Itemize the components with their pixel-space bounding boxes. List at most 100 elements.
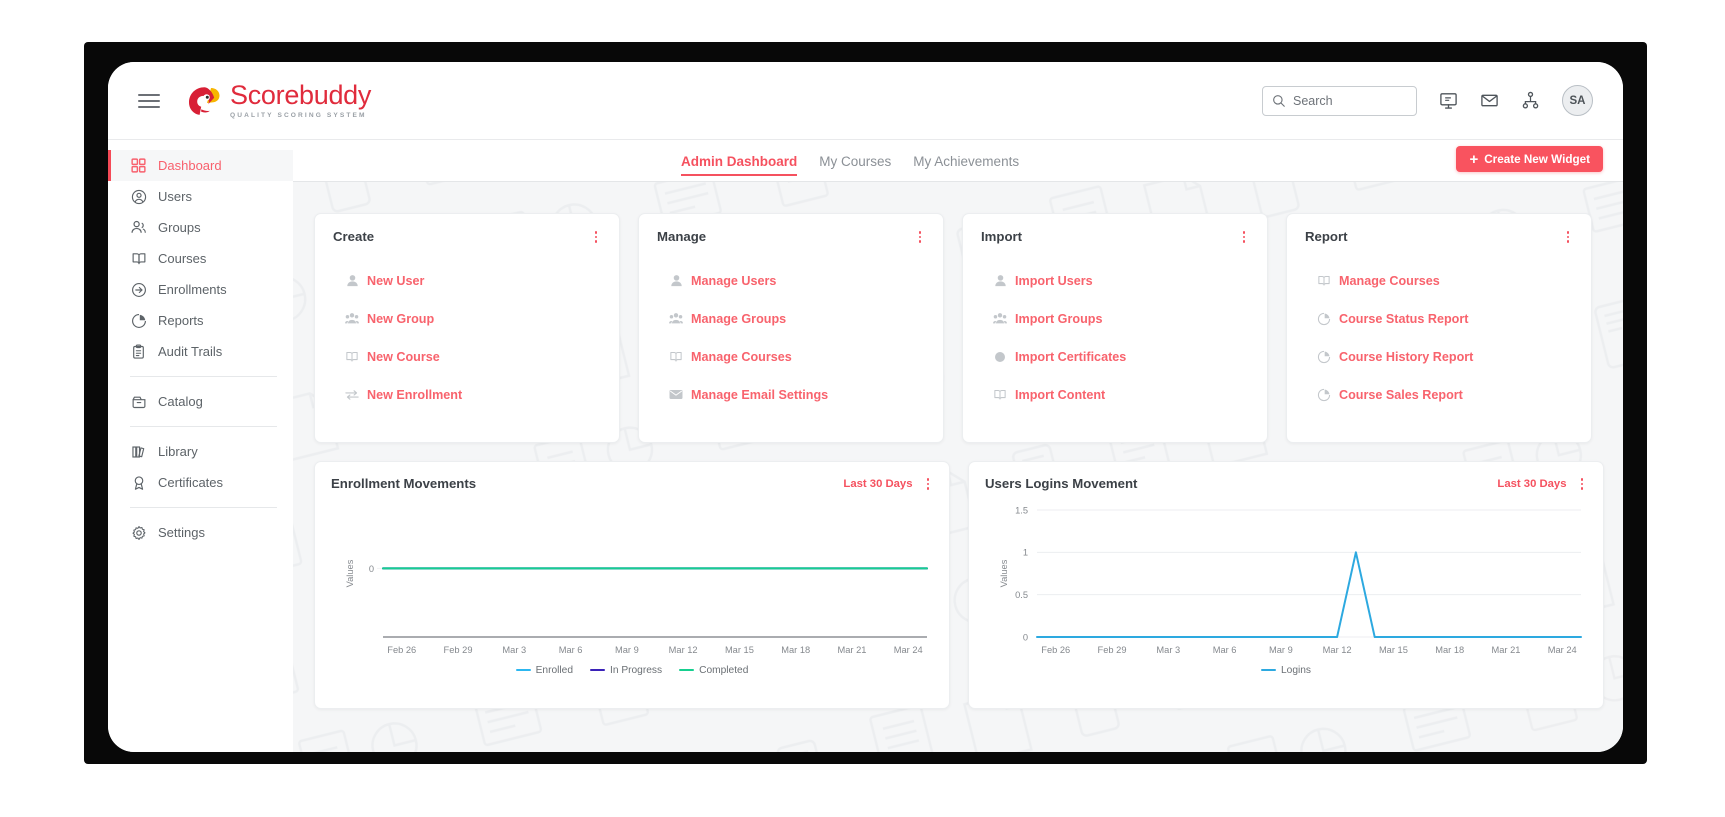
sidebar-divider — [130, 426, 277, 427]
svg-text:Feb 29: Feb 29 — [444, 645, 473, 655]
card-link-import-users[interactable]: Import Users — [981, 262, 1249, 300]
user-icon — [345, 274, 359, 288]
card-link-manage-courses[interactable]: Manage Courses — [1305, 262, 1573, 300]
create-new-widget-button[interactable]: + Create New Widget — [1456, 146, 1603, 172]
sidebar-item-label: Reports — [158, 313, 204, 328]
legend-label: Enrolled — [535, 664, 573, 676]
plus-icon: + — [1469, 150, 1479, 168]
card-link-label: Import Certificates — [1015, 349, 1127, 364]
chart-legend: Logins — [985, 665, 1587, 676]
card-link-label: Course Status Report — [1339, 311, 1469, 326]
card-links: Manage Users Manage Groups Manage Courses M… — [657, 262, 925, 414]
hamburger-icon[interactable] — [138, 90, 160, 112]
svg-text:Mar 24: Mar 24 — [894, 645, 923, 655]
sidebar-item-groups[interactable]: Groups — [108, 212, 293, 243]
envelope-icon[interactable] — [1480, 91, 1499, 110]
sidebar-item-label: Dashboard — [158, 158, 222, 173]
sidebar-item-courses[interactable]: Courses — [108, 243, 293, 274]
sidebar-item-label: Users — [158, 189, 192, 204]
sidebar-item-users[interactable]: Users — [108, 181, 293, 212]
search-input[interactable] — [1293, 93, 1407, 108]
card-link-manage-groups[interactable]: Manage Groups — [657, 300, 925, 338]
card-link-manage-users[interactable]: Manage Users — [657, 262, 925, 300]
svg-text:Mar 3: Mar 3 — [1156, 645, 1180, 655]
book-icon — [345, 350, 359, 364]
sidebar-item-label: Enrollments — [158, 282, 227, 297]
legend-item-in-progress[interactable]: In Progress — [590, 665, 662, 676]
chart-header-actions: Last 30 Days — [843, 476, 933, 492]
card-link-new-course[interactable]: New Course — [333, 338, 601, 376]
card-options-icon[interactable] — [591, 229, 602, 245]
sidebar-divider — [130, 376, 277, 377]
card-header: Manage — [657, 229, 925, 245]
card-link-label: Manage Courses — [1339, 273, 1440, 288]
svg-text:Feb 29: Feb 29 — [1098, 645, 1127, 655]
card-options-icon[interactable] — [915, 229, 926, 245]
card-link-manage-email-settings[interactable]: Manage Email Settings — [657, 376, 925, 414]
avatar[interactable]: SA — [1562, 85, 1593, 116]
svg-text:Values: Values — [345, 559, 355, 587]
card-link-import-certificates[interactable]: Import Certificates — [981, 338, 1249, 376]
chart-options-icon[interactable] — [1577, 476, 1588, 492]
card-link-label: New User — [367, 273, 425, 288]
sidebar-item-audit-trails[interactable]: Audit Trails — [108, 336, 293, 367]
sidebar-item-label: Catalog — [158, 394, 203, 409]
search-box[interactable] — [1262, 85, 1417, 116]
brand-logo[interactable]: Scorebuddy QUALITY SCORING SYSTEM — [182, 81, 371, 121]
sidebar-item-settings[interactable]: Settings — [108, 517, 293, 548]
svg-text:Mar 3: Mar 3 — [502, 645, 526, 655]
legend-item-completed[interactable]: Completed — [679, 665, 748, 676]
sidebar-item-label: Certificates — [158, 475, 224, 490]
archive-icon — [130, 393, 147, 410]
sidebar-item-label: Courses — [158, 251, 207, 266]
legend-item-enrolled[interactable]: Enrolled — [515, 664, 573, 676]
card-link-course-sales-report[interactable]: Course Sales Report — [1305, 376, 1573, 414]
card-options-icon[interactable] — [1239, 229, 1250, 245]
chart-cards-row: Enrollment Movements Last 30 Days 0 Feb 26 F… — [314, 461, 1604, 709]
action-card-manage: Manage Manage Users Manage Groups Manage Co… — [638, 213, 944, 443]
card-link-label: Import Users — [1015, 273, 1093, 288]
tab-my-achievements[interactable]: My Achievements — [913, 154, 1019, 176]
envelope-icon — [669, 388, 683, 402]
card-link-import-groups[interactable]: Import Groups — [981, 300, 1249, 338]
gear-icon — [130, 524, 147, 541]
svg-text:Mar 18: Mar 18 — [1435, 645, 1464, 655]
org-chart-icon[interactable] — [1521, 91, 1540, 110]
tab-my-courses[interactable]: My Courses — [819, 154, 891, 176]
sidebar-item-certificates[interactable]: Certificates — [108, 467, 293, 498]
card-link-new-user[interactable]: New User — [333, 262, 601, 300]
legend-swatch — [515, 668, 531, 672]
chart-options-icon[interactable] — [923, 476, 934, 492]
presentation-icon[interactable] — [1439, 91, 1458, 110]
brand-tagline: QUALITY SCORING SYSTEM — [230, 112, 367, 119]
card-link-label: Manage Courses — [691, 349, 792, 364]
sidebar-item-reports[interactable]: Reports — [108, 305, 293, 336]
chart-legend: Enrolled In Progress Completed — [331, 665, 933, 676]
svg-text:Values: Values — [999, 559, 1009, 587]
sidebar-item-catalog[interactable]: Catalog — [108, 386, 293, 417]
tab-label: My Courses — [819, 153, 892, 169]
legend-item-logins[interactable]: Logins — [1260, 664, 1312, 676]
sidebar-item-enrollments[interactable]: Enrollments — [108, 274, 293, 305]
card-header: Report — [1305, 229, 1573, 245]
scorebuddy-parrot-icon — [189, 86, 220, 115]
card-link-new-enrollment[interactable]: New Enrollment — [333, 376, 601, 414]
chart-range-selector[interactable]: Last 30 Days — [843, 478, 912, 490]
card-link-label: Manage Users — [691, 273, 777, 288]
card-link-new-group[interactable]: New Group — [333, 300, 601, 338]
card-link-manage-courses[interactable]: Manage Courses — [657, 338, 925, 376]
svg-text:Mar 15: Mar 15 — [1379, 645, 1408, 655]
card-link-course-history-report[interactable]: Course History Report — [1305, 338, 1573, 376]
sidebar-item-dashboard[interactable]: Dashboard — [108, 150, 293, 181]
legend-swatch — [590, 668, 605, 672]
card-header: Create — [333, 229, 601, 245]
tab-admin-dashboard[interactable]: Admin Dashboard — [681, 154, 798, 176]
chart-range-selector[interactable]: Last 30 Days — [1497, 478, 1566, 490]
svg-text:1.5: 1.5 — [1015, 505, 1028, 515]
card-link-course-status-report[interactable]: Course Status Report — [1305, 300, 1573, 338]
card-options-icon[interactable] — [1563, 229, 1574, 245]
sidebar-item-library[interactable]: Library — [108, 436, 293, 467]
card-link-import-content[interactable]: Import Content — [981, 376, 1249, 414]
legend-label: Logins — [1280, 664, 1312, 676]
chart-plot: 0 Feb 26 Feb 29 Mar 3 Mar 6 Mar 9 Mar 12 Mar 15… — [331, 498, 935, 663]
